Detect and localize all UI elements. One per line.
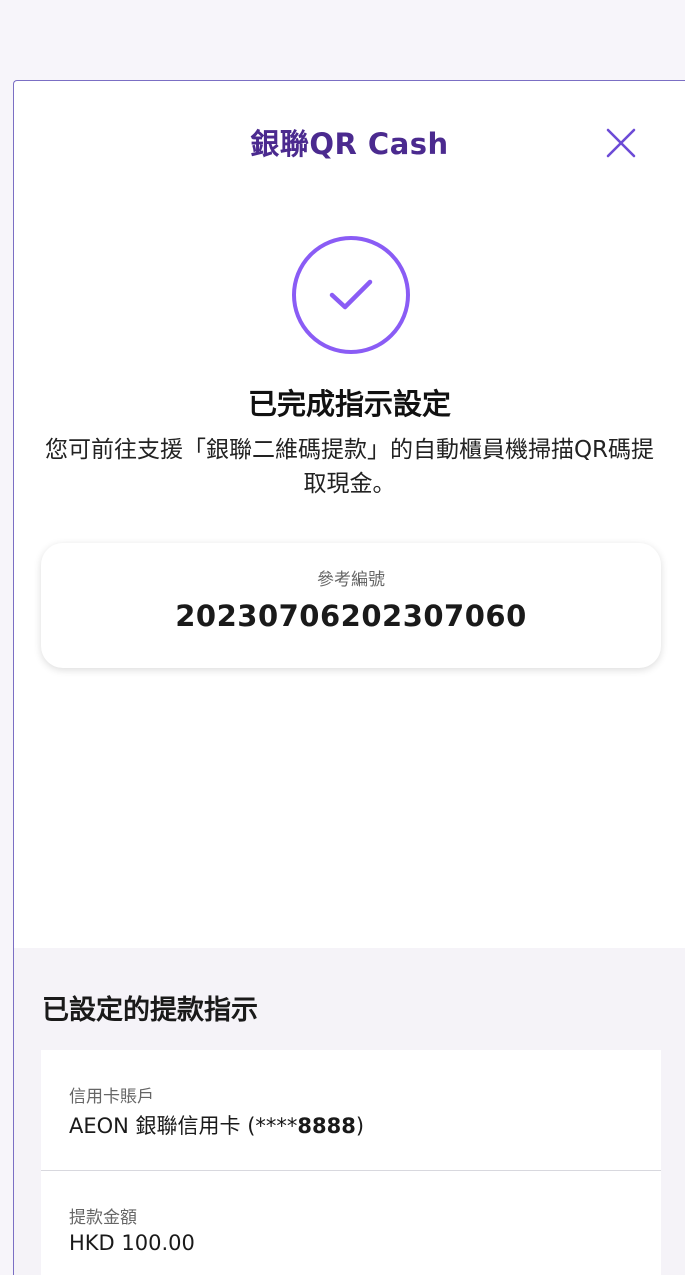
withdrawal-amount-value: HKD 100.00 xyxy=(69,1231,195,1255)
reference-label: 參考編號 xyxy=(317,570,385,590)
credit-account-value: AEON 銀聯信用卡 (****8888) xyxy=(69,1110,364,1140)
instructions-section: 已設定的提款指示 信用卡賬戶 AEON 銀聯信用卡 (****8888) 提款金… xyxy=(14,948,685,1275)
instruction-details-card: 信用卡賬戶 AEON 銀聯信用卡 (****8888) 提款金額 HKD 100… xyxy=(41,1050,661,1275)
withdrawal-amount-label: 提款金額 xyxy=(69,1208,137,1228)
account-mask: **** xyxy=(255,1114,298,1138)
success-description: 您可前往支援「銀聯二維碼提款」的自動櫃員機掃描QR碼提取現金。 xyxy=(44,437,655,497)
qr-cash-sheet: 銀聯QR Cash 已完成指示設定 您可前往支援「銀聯二維碼提款」的自動櫃員機掃… xyxy=(13,80,685,1275)
check-circle-icon xyxy=(292,236,410,354)
withdrawal-amount-row: 提款金額 HKD 100.00 xyxy=(41,1171,661,1275)
credit-account-label: 信用卡賬戶 xyxy=(69,1087,154,1107)
close-button[interactable] xyxy=(603,125,639,161)
reference-card: 參考編號 20230706202307060 xyxy=(41,543,661,668)
close-icon xyxy=(606,128,636,158)
account-last-digits: 8888 xyxy=(297,1114,356,1138)
credit-account-row: 信用卡賬戶 AEON 銀聯信用卡 (****8888) xyxy=(41,1050,661,1171)
page-title: 銀聯QR Cash xyxy=(250,127,449,161)
section-title: 已設定的提款指示 xyxy=(42,995,258,1026)
reference-number: 20230706202307060 xyxy=(175,599,527,633)
success-title: 已完成指示設定 xyxy=(247,387,451,421)
account-name: AEON 銀聯信用卡 ( xyxy=(69,1114,256,1138)
account-suffix: ) xyxy=(355,1114,365,1138)
